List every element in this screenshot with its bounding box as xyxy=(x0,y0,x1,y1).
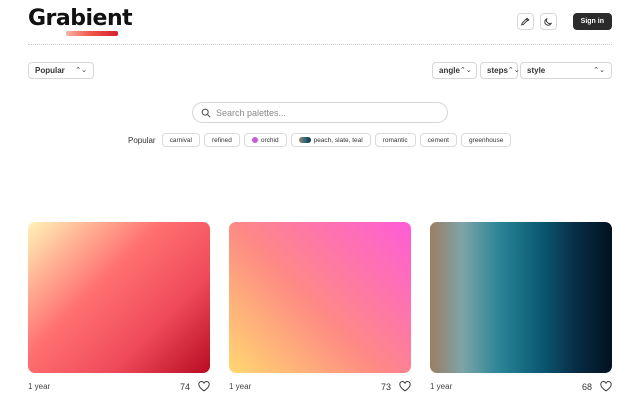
eyedropper-icon xyxy=(521,17,530,26)
like-count: 68 xyxy=(581,381,592,392)
tag-greenhouse[interactable]: greenhouse xyxy=(461,133,512,147)
eyedropper-button[interactable] xyxy=(516,13,534,30)
logo-text: Grabient xyxy=(28,6,133,31)
steps-select[interactable]: steps ⌃⌄ xyxy=(480,62,520,79)
like-count: 74 xyxy=(179,381,190,392)
header-divider xyxy=(28,44,612,45)
sort-select[interactable]: Popular ⌃⌄ xyxy=(28,62,94,79)
tag-label: peach, slate, teal xyxy=(313,136,363,144)
logo[interactable]: Grabient xyxy=(28,6,133,36)
angle-select-label: angle xyxy=(439,66,460,75)
chevron-updown-icon: ⌃⌄ xyxy=(75,67,87,74)
card-meta: 1 year 68 xyxy=(430,381,612,392)
style-select-label: style xyxy=(527,66,546,75)
like-count: 73 xyxy=(380,381,391,392)
heart-icon[interactable] xyxy=(399,381,411,392)
heart-icon[interactable] xyxy=(600,381,612,392)
card-meta: 1 year 73 xyxy=(229,381,411,392)
tag-label: orchid xyxy=(260,136,279,144)
card-age: 1 year xyxy=(229,382,252,391)
likes: 74 xyxy=(180,381,210,392)
chevron-updown-icon: ⌃⌄ xyxy=(459,67,472,74)
gradient-card[interactable] xyxy=(229,222,411,373)
style-select[interactable]: style ⌃⌄ xyxy=(520,62,612,79)
tag-label: romantic xyxy=(382,136,408,144)
tag-label: cement xyxy=(427,136,449,144)
tag-label: greenhouse xyxy=(469,136,504,144)
search-input[interactable] xyxy=(216,107,436,118)
tag-carnival[interactable]: carnival xyxy=(161,133,200,147)
gradient-card[interactable] xyxy=(430,222,612,373)
tags-label: Popular xyxy=(128,135,156,145)
theme-toggle-button[interactable] xyxy=(539,13,557,30)
search-icon xyxy=(201,108,211,117)
sort-select-value: Popular xyxy=(35,66,65,75)
moon-icon xyxy=(544,17,553,26)
likes: 68 xyxy=(582,381,612,392)
popular-tags: Popular carnival refined orchid peach, s… xyxy=(128,133,512,147)
search-bar[interactable] xyxy=(192,102,448,123)
likes: 73 xyxy=(381,381,411,392)
tag-orchid[interactable]: orchid xyxy=(243,133,287,147)
logo-accent-bar xyxy=(66,31,118,36)
gradient-card[interactable] xyxy=(28,222,210,373)
color-dot-icon xyxy=(251,137,258,143)
tag-label: refined xyxy=(211,136,232,144)
tag-peach-slate-teal[interactable]: peach, slate, teal xyxy=(290,133,371,147)
card-age: 1 year xyxy=(430,382,453,391)
angle-select[interactable]: angle ⌃⌄ xyxy=(432,62,477,79)
chevron-updown-icon: ⌃⌄ xyxy=(593,67,605,74)
heart-icon[interactable] xyxy=(198,381,210,392)
tag-cement[interactable]: cement xyxy=(419,133,457,147)
steps-select-label: steps xyxy=(487,66,508,75)
gradient-swatch-icon xyxy=(298,137,311,143)
tag-label: carnival xyxy=(169,136,192,144)
card-meta: 1 year 74 xyxy=(28,381,210,392)
chevron-updown-icon: ⌃⌄ xyxy=(507,67,520,74)
sign-in-button[interactable]: Sign in xyxy=(572,13,612,30)
tag-refined[interactable]: refined xyxy=(203,133,240,147)
card-age: 1 year xyxy=(28,382,51,391)
tag-romantic[interactable]: romantic xyxy=(374,133,416,147)
header-actions: Sign in xyxy=(516,13,612,30)
